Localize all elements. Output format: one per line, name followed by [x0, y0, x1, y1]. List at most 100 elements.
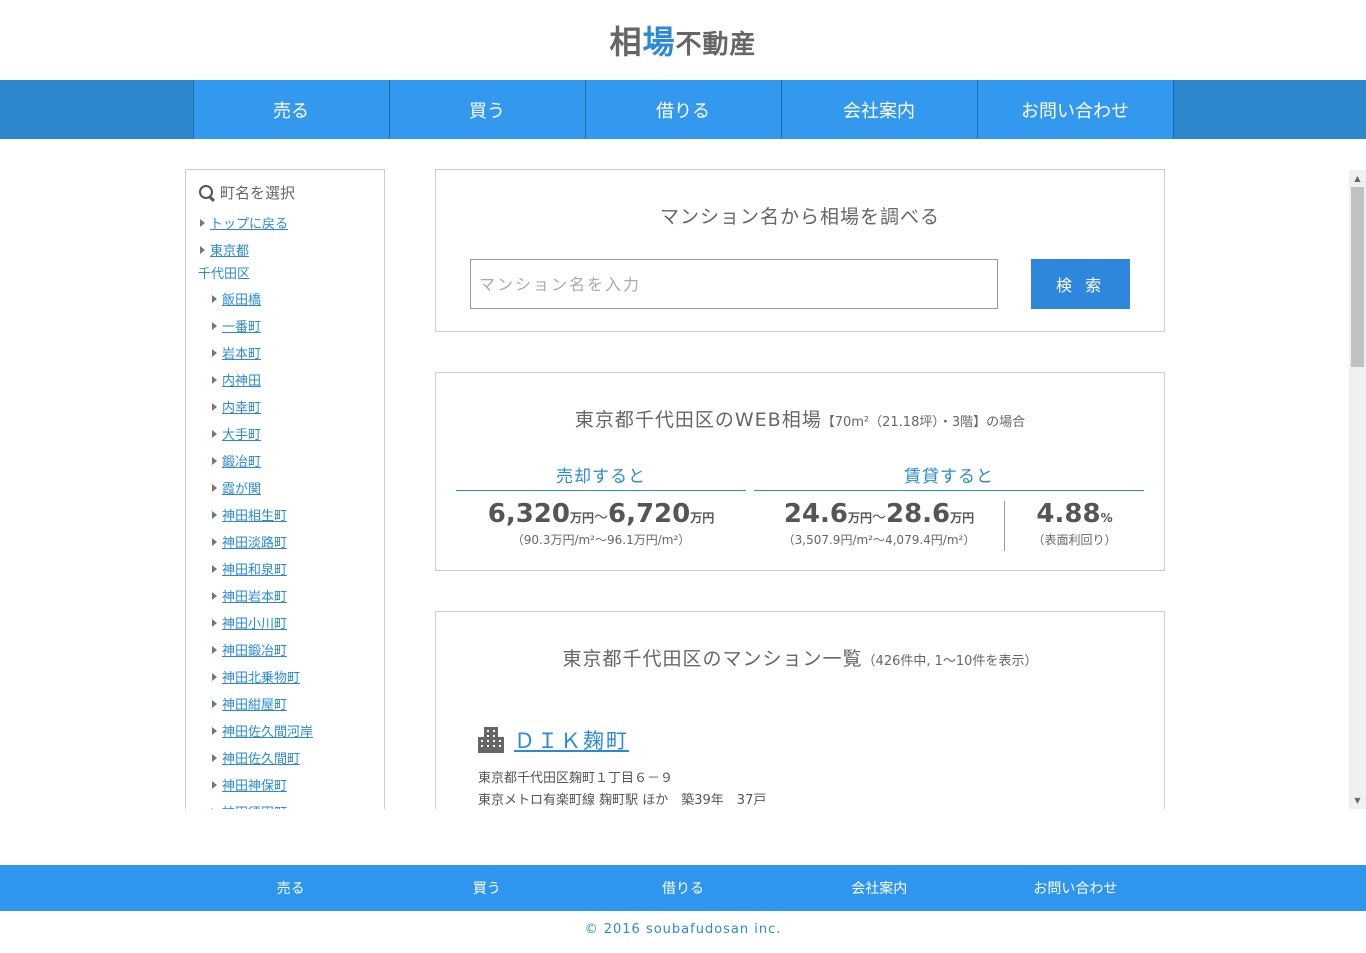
price-unit: 万円: [569, 511, 594, 525]
triangle-right-icon: [212, 591, 217, 600]
search-panel: マンション名から相場を調べる 検 索: [435, 169, 1165, 332]
town-link[interactable]: 一番町: [222, 316, 261, 335]
sidebar-town-item: 内幸町: [198, 393, 372, 420]
mansion-address: 東京都千代田区麹町１丁目６－９: [478, 771, 674, 786]
logo-char-1: 相: [609, 23, 643, 61]
triangle-right-icon: [212, 402, 217, 411]
town-link[interactable]: 神田淡路町: [222, 532, 287, 551]
triangle-right-icon: [200, 218, 205, 227]
triangle-right-icon: [212, 753, 217, 762]
rent-sub-text: （3,507.9円/m²～4,079.4円/m²）: [782, 533, 976, 547]
price-unit: 万円: [690, 511, 715, 525]
footer-nav-buy[interactable]: 買う: [389, 865, 585, 911]
list-title-text: 東京都千代田区のマンション一覧: [562, 648, 863, 670]
mansion-access: 東京メトロ有楽町線 麹町駅 ほか 築39年 37戸: [478, 793, 767, 808]
scroll-down-arrow-icon[interactable]: ▼: [1349, 792, 1366, 809]
sidebar-town-item: 神田神保町: [198, 771, 372, 798]
mansion-name-input[interactable]: [470, 259, 999, 309]
logo-char-2: 場: [642, 23, 676, 61]
town-link[interactable]: 岩本町: [222, 343, 261, 362]
sidebar-town-item: 神田岩本町: [198, 582, 372, 609]
search-button[interactable]: 検 索: [1031, 259, 1130, 309]
copyright: © 2016 soubafudosan inc.: [584, 922, 782, 937]
mansion-list-panel: 東京都千代田区のマンション一覧（426件中, 1～10件を表示） ＤＩＫ麹町 東…: [435, 611, 1165, 809]
nav-contact[interactable]: お問い合わせ: [977, 80, 1174, 139]
search-icon: [198, 184, 216, 202]
logo-char-3: 不動産: [675, 30, 757, 60]
sidebar-town-item: 神田佐久間町: [198, 744, 372, 771]
range-tilde: ～: [872, 510, 886, 526]
footer-nav-company[interactable]: 会社案内: [781, 865, 977, 911]
sidebar-item-tokyo: 東京都: [198, 236, 372, 263]
town-link[interactable]: 飯田橋: [222, 289, 261, 308]
sidebar-title: 町名を選択: [198, 182, 372, 203]
town-link[interactable]: 神田相生町: [222, 505, 287, 524]
sidebar-town-select: 町名を選択 トップに戻る 東京都 千代田区 飯田橋 一番町 岩本町 内神田 内幸町 大手町…: [185, 169, 385, 809]
town-link[interactable]: 神田紺屋町: [222, 694, 287, 713]
town-link[interactable]: 神田和泉町: [222, 559, 287, 578]
site-logo[interactable]: 相場不動産: [609, 17, 756, 63]
rent-column: 賃貸すると 24.6万円～28.6万円 （3,507.9円/m²～4,079.4…: [754, 462, 1144, 551]
nav-rent[interactable]: 借りる: [585, 80, 782, 139]
footer-nav-contact[interactable]: お問い合わせ: [977, 865, 1173, 911]
sidebar-town-item: 一番町: [198, 312, 372, 339]
list-title: 東京都千代田区のマンション一覧（426件中, 1～10件を表示）: [436, 644, 1164, 671]
sidebar-town-item: 神田鍛冶町: [198, 636, 372, 663]
tokyo-link[interactable]: 東京都: [210, 240, 249, 259]
sidebar-town-item: 神田北乗物町: [198, 663, 372, 690]
town-link[interactable]: 鍛冶町: [222, 451, 261, 470]
header: 相場不動産: [0, 0, 1366, 80]
main-scrollbar[interactable]: ▲ ▼: [1349, 170, 1366, 809]
sidebar-town-item: 神田和泉町: [198, 555, 372, 582]
town-link[interactable]: 霞が関: [222, 478, 261, 497]
triangle-right-icon: [200, 245, 205, 254]
sidebar-town-item: 神田須田町: [198, 798, 372, 809]
town-link[interactable]: 内幸町: [222, 397, 261, 416]
sidebar-town-item: 神田紺屋町: [198, 690, 372, 717]
back-to-top-link[interactable]: トップに戻る: [210, 213, 288, 232]
triangle-right-icon: [212, 780, 217, 789]
sidebar-town-item: 神田淡路町: [198, 528, 372, 555]
town-link[interactable]: 神田岩本町: [222, 586, 287, 605]
list-item: ＤＩＫ麹町 東京都千代田区麹町１丁目６－９ 東京メトロ有楽町線 麹町駅 ほか 築…: [436, 725, 1164, 808]
town-link[interactable]: 神田神保町: [222, 775, 287, 794]
town-link[interactable]: 神田佐久間河岸: [222, 721, 313, 740]
rent-low-value: 24.6: [783, 499, 848, 529]
triangle-right-icon: [212, 645, 217, 654]
footer-nav-rent[interactable]: 借りる: [585, 865, 781, 911]
content-area: 町名を選択 トップに戻る 東京都 千代田区 飯田橋 一番町 岩本町 内神田 内幸町 大手町…: [0, 139, 1366, 809]
sell-sub-text: （90.3万円/m²～96.1万円/m²）: [511, 533, 691, 547]
triangle-right-icon: [212, 672, 217, 681]
town-link[interactable]: 神田鍛冶町: [222, 640, 287, 659]
rent-header: 賃貸すると: [754, 462, 1144, 491]
price-unit: 万円: [847, 511, 872, 525]
triangle-right-icon: [212, 537, 217, 546]
triangle-right-icon: [212, 699, 217, 708]
mansion-name-link[interactable]: ＤＩＫ麹町: [514, 725, 629, 755]
town-link[interactable]: 神田須田町: [222, 802, 287, 809]
scroll-thumb[interactable]: [1351, 187, 1364, 367]
list-count-note: （426件中, 1～10件を表示）: [862, 654, 1038, 669]
triangle-right-icon: [212, 483, 217, 492]
triangle-right-icon: [212, 348, 217, 357]
town-link[interactable]: 神田北乗物町: [222, 667, 300, 686]
sidebar-town-item: 神田相生町: [198, 501, 372, 528]
town-link[interactable]: 神田佐久間町: [222, 748, 300, 767]
scroll-up-arrow-icon[interactable]: ▲: [1349, 170, 1366, 187]
sidebar-town-item: 鍛冶町: [198, 447, 372, 474]
nav-buy[interactable]: 買う: [389, 80, 586, 139]
town-link[interactable]: 神田小川町: [222, 613, 287, 632]
town-link[interactable]: 大手町: [222, 424, 261, 443]
sidebar-title-text: 町名を選択: [220, 184, 296, 202]
nav-sell[interactable]: 売る: [193, 80, 390, 139]
footer-nav-sell[interactable]: 売る: [193, 865, 389, 911]
sidebar-item-top: トップに戻る: [198, 209, 372, 236]
nav-company[interactable]: 会社案内: [781, 80, 978, 139]
main-nav: 売る 買う 借りる 会社案内 お問い合わせ: [0, 80, 1366, 139]
range-tilde: ～: [594, 510, 608, 526]
sidebar-town-item: 飯田橋: [198, 285, 372, 312]
web-market-title: 東京都千代田区のWEB相場【70m²（21.18坪）・3階】の場合: [436, 405, 1164, 432]
yield-value: 4.88: [1036, 499, 1101, 529]
town-link[interactable]: 内神田: [222, 370, 261, 389]
triangle-right-icon: [212, 429, 217, 438]
